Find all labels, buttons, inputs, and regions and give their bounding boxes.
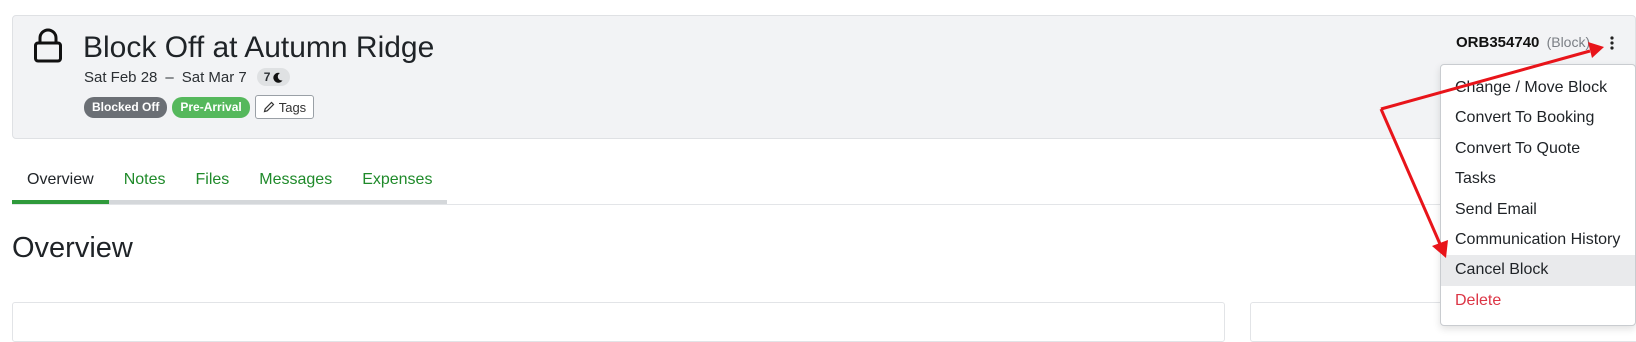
tab-notes[interactable]: Notes	[109, 162, 181, 200]
menu-item-cancel-block[interactable]: Cancel Block	[1441, 255, 1635, 286]
section-title: Overview	[12, 232, 133, 264]
menu-item-change-move-block[interactable]: Change / Move Block	[1441, 73, 1635, 103]
date-range: Sat Feb 28 – Sat Mar 7 7	[84, 68, 291, 86]
nights-badge: 7	[256, 68, 291, 86]
tab-bar: Overview Notes Files Messages Expenses	[12, 162, 448, 204]
reference-number: ORB354740	[1456, 34, 1540, 51]
page-title: Block Off at Autumn Ridge	[83, 31, 435, 64]
date-start: Sat Feb 28	[84, 68, 158, 86]
moon-icon	[273, 72, 283, 83]
menu-item-tasks[interactable]: Tasks	[1441, 164, 1635, 194]
overview-panel-left	[12, 302, 1225, 342]
tab-messages[interactable]: Messages	[244, 162, 347, 200]
date-end: Sat Mar 7	[181, 68, 247, 86]
status-badge-pre-arrival: Pre-Arrival	[172, 96, 250, 118]
tags-button[interactable]: Tags	[254, 95, 315, 119]
reference-type: (Block)	[1546, 34, 1591, 50]
reference-id: ORB354740 (Block)	[1456, 34, 1590, 51]
tabs-divider	[12, 204, 1636, 205]
tab-expenses[interactable]: Expenses	[347, 162, 447, 200]
tags-button-label: Tags	[278, 99, 307, 115]
menu-item-send-email[interactable]: Send Email	[1441, 195, 1635, 225]
kebab-menu-icon[interactable]	[1604, 32, 1620, 54]
status-badge-blocked-off: Blocked Off	[84, 96, 168, 118]
tab-files[interactable]: Files	[180, 162, 244, 200]
pencil-icon	[263, 101, 275, 113]
menu-item-communication-history[interactable]: Communication History	[1441, 225, 1635, 255]
menu-item-convert-to-booking[interactable]: Convert To Booking	[1441, 103, 1635, 133]
menu-item-delete[interactable]: Delete	[1441, 286, 1635, 316]
tab-overview[interactable]: Overview	[12, 162, 109, 204]
status-badges: Blocked Off Pre-Arrival Tags	[84, 95, 315, 119]
menu-item-convert-to-quote[interactable]: Convert To Quote	[1441, 134, 1635, 164]
date-separator: –	[165, 68, 174, 86]
nights-count: 7	[263, 70, 271, 84]
actions-dropdown-menu: Change / Move Block Convert To Booking C…	[1440, 64, 1636, 326]
lock-icon	[34, 28, 62, 63]
